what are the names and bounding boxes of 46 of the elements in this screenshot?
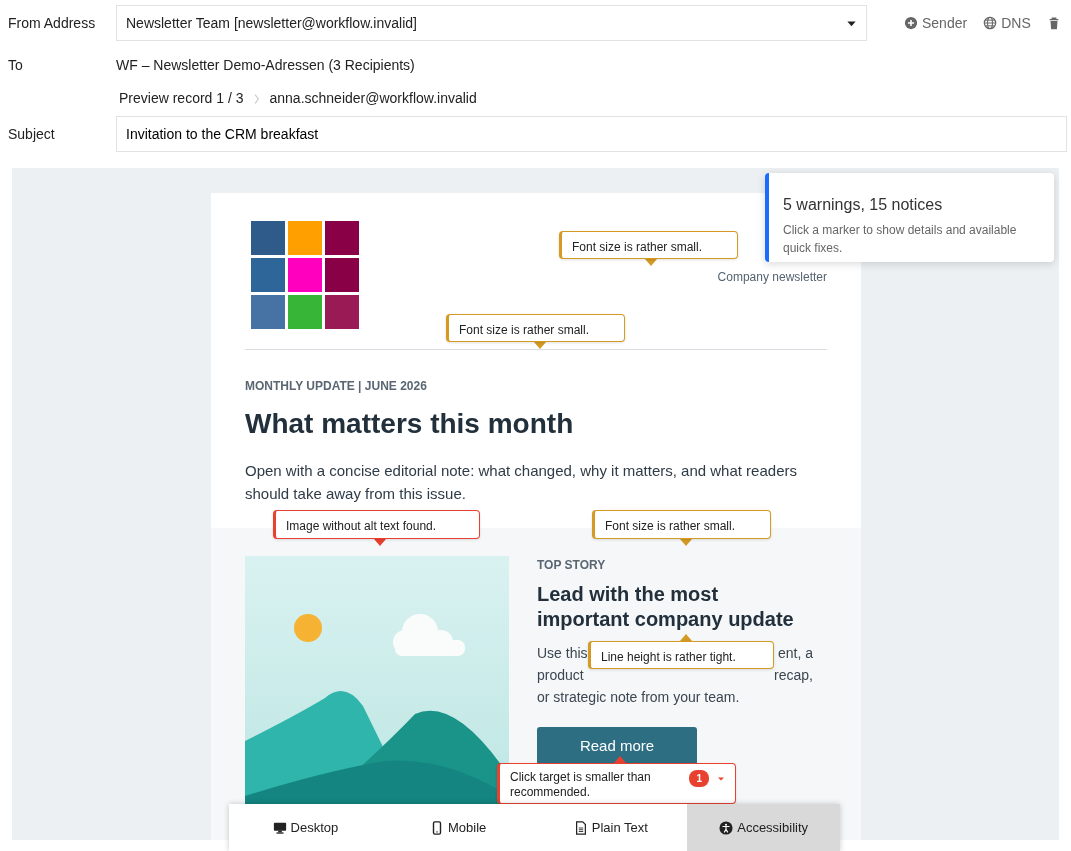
globe-icon — [983, 16, 998, 30]
preview-record: Preview record 1 / 3 — [119, 89, 244, 108]
view-tab[interactable]: Accessibility — [687, 804, 840, 851]
accessibility-icon — [719, 820, 734, 835]
newsletter-heading: What matters this month — [245, 407, 575, 441]
view-tab[interactable]: Plain Text — [534, 804, 688, 851]
recipient-list: WF – Newsletter Demo-Adressen (3 Recipients) — [116, 55, 415, 76]
summary-title: 5 warnings, 15 notices — [783, 195, 944, 215]
warning-tooltip[interactable]: Font size is rather small. — [559, 231, 738, 259]
marker-text: Line height is rather tight. — [601, 650, 736, 664]
story-text: or strategic note from your team. — [537, 688, 740, 707]
count-badge: 1 — [689, 770, 709, 787]
subject-field[interactable]: Invitation to the CRM breakfast — [116, 116, 1067, 152]
read-more-button[interactable]: Read more — [537, 727, 697, 765]
monitor-icon — [272, 820, 287, 835]
view-tab[interactable]: Desktop — [229, 804, 382, 851]
story-text: product — [537, 666, 584, 685]
story-text: Use this — [537, 644, 588, 663]
error-tooltip[interactable]: Click target is smaller than recommended. 1 — [497, 763, 736, 804]
field-label: From Address — [8, 13, 97, 33]
warning-tooltip[interactable]: Line height is rather tight. — [588, 641, 774, 669]
summary-text: Click a marker to show details and available quick fixes. — [783, 222, 1018, 257]
sender-select[interactable]: Newsletter Team [newsletter@workflow.invalid] — [116, 5, 867, 41]
recipient-email: anna.schneider@workflow.invalid — [269, 89, 477, 108]
error-tooltip[interactable]: Image without alt text found. — [273, 510, 480, 539]
marker-text: Font size is rather small. — [459, 323, 590, 337]
marker-text: Click target is smaller than recommended. — [510, 770, 652, 800]
marker-text: Font size is rather small. — [572, 240, 703, 254]
intro-paragraph: Open with a concise editorial note: what changed, why it matters, and what readers should take away from this issue. — [245, 461, 798, 504]
story-text: ent, a — [777, 644, 813, 663]
marker-text: Font size is rather small. — [605, 519, 736, 533]
issue-label: MONTHLY UPDATE | JUNE 2026 — [245, 378, 428, 395]
field-label: Subject — [8, 124, 56, 144]
view-tab[interactable]: Mobile — [381, 804, 535, 851]
plus-icon — [904, 16, 918, 30]
dns-button[interactable]: DNS — [983, 12, 1031, 34]
document-icon — [573, 820, 588, 835]
story-text: recap, — [774, 666, 813, 685]
marker-text: Image without alt text found. — [286, 519, 437, 533]
sender-button[interactable]: Sender — [904, 12, 968, 34]
story-heading: Lead with the most important company update — [537, 582, 795, 632]
warning-tooltip[interactable]: Font size is rather small. — [446, 314, 625, 342]
story-label: TOP STORY — [537, 557, 607, 574]
warning-tooltip[interactable]: Font size is rather small. — [592, 510, 771, 539]
field-label: To — [8, 56, 24, 75]
newsletter-tagline: Company newsletter — [717, 269, 827, 286]
